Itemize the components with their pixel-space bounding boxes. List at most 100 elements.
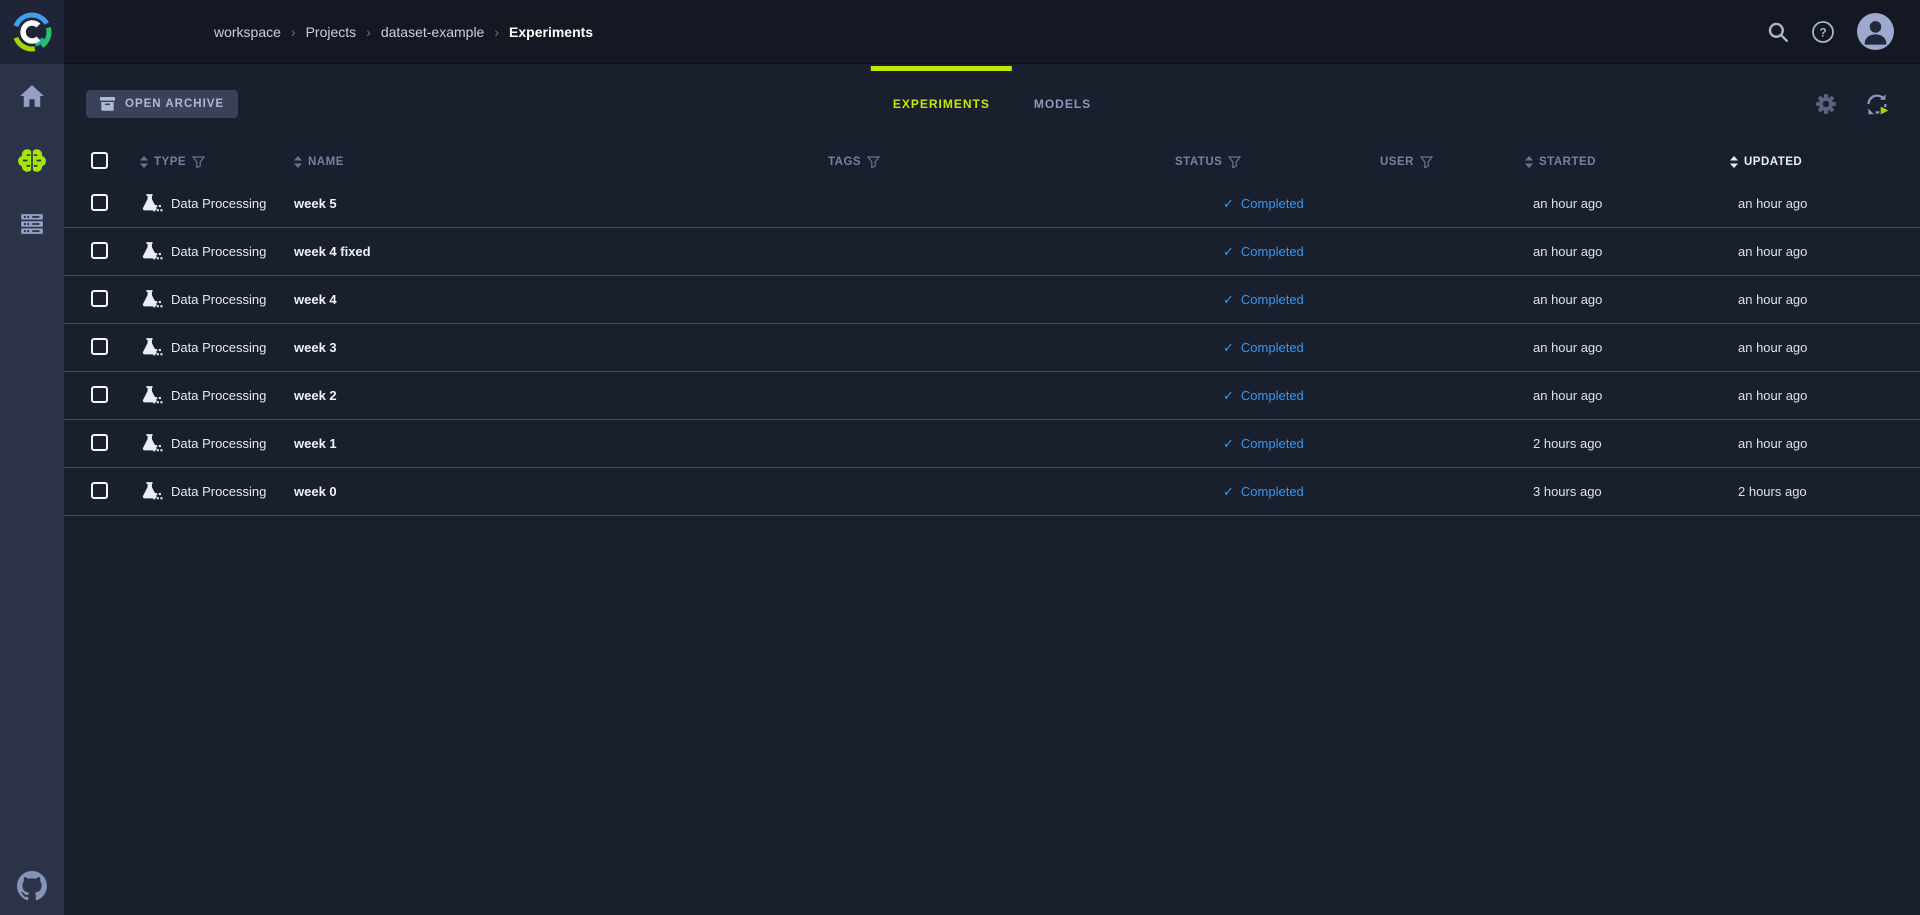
completed-check-icon: ✓ [1223,436,1234,452]
select-all-checkbox[interactable] [91,152,108,169]
experiment-row[interactable]: Data Processing week 2 ✓ Completed an ho… [64,372,1920,420]
help-icon: ? [1811,20,1835,44]
github-icon [17,871,47,901]
sidebar-item-projects[interactable] [0,128,64,192]
experiment-row[interactable]: Data Processing week 5 ✓ Completed an ho… [64,180,1920,228]
row-checkbox[interactable] [91,386,108,403]
tab-experiments-label: EXPERIMENTS [893,97,990,111]
data-processing-icon [140,386,163,406]
tab-models[interactable]: MODELS [1012,64,1113,144]
experiment-updated: an hour ago [1730,292,1920,307]
experiment-updated: an hour ago [1730,436,1920,451]
search-button[interactable] [1767,21,1789,43]
completed-check-icon: ✓ [1223,196,1234,212]
help-button[interactable]: ? [1811,20,1835,44]
experiment-started: 3 hours ago [1525,484,1730,499]
data-processing-icon [140,338,163,358]
open-archive-label: OPEN ARCHIVE [125,98,224,110]
breadcrumb-separator: › [291,24,296,40]
filter-icon[interactable] [1420,156,1433,168]
avatar-icon [1857,13,1894,50]
row-checkbox[interactable] [91,194,108,211]
column-header-started[interactable]: STARTED [1525,156,1730,168]
experiment-updated: 2 hours ago [1730,484,1920,499]
experiment-type: Data Processing [171,196,266,211]
experiment-started: an hour ago [1525,292,1730,307]
row-checkbox[interactable] [91,290,108,307]
archive-icon [100,97,115,111]
search-icon [1767,21,1789,43]
experiment-status: Completed [1241,244,1304,259]
experiment-row[interactable]: Data Processing week 0 ✓ Completed 3 hou… [64,468,1920,516]
experiment-name: week 0 [294,484,337,499]
gear-icon [1814,92,1838,116]
experiment-name: week 3 [294,340,337,355]
experiment-type: Data Processing [171,292,266,307]
tab-experiments[interactable]: EXPERIMENTS [871,64,1012,144]
experiment-status: Completed [1241,484,1304,499]
row-checkbox[interactable] [91,482,108,499]
column-header-user[interactable]: USER [1380,156,1525,168]
experiment-type: Data Processing [171,340,266,355]
breadcrumb-separator: › [494,24,499,40]
experiments-toolbar: OPEN ARCHIVE EXPERIMENTS MODELS [64,64,1920,144]
clearml-logo-icon [10,10,54,54]
experiment-status: Completed [1241,196,1304,211]
experiment-row[interactable]: Data Processing week 3 ✓ Completed an ho… [64,324,1920,372]
filter-icon[interactable] [1228,156,1241,168]
tab-bar: EXPERIMENTS MODELS [871,64,1113,144]
auto-refresh-button[interactable] [1864,91,1892,117]
table-settings-button[interactable] [1814,92,1838,116]
column-header-status[interactable]: STATUS [1175,156,1380,168]
experiment-started: an hour ago [1525,244,1730,259]
tab-models-label: MODELS [1034,97,1091,111]
data-processing-icon [140,290,163,310]
data-processing-icon [140,194,163,214]
experiment-type: Data Processing [171,244,266,259]
column-header-updated[interactable]: UPDATED [1730,156,1920,168]
experiment-updated: an hour ago [1730,244,1920,259]
experiment-row[interactable]: Data Processing week 4 ✓ Completed an ho… [64,276,1920,324]
row-checkbox[interactable] [91,338,108,355]
experiment-status: Completed [1241,388,1304,403]
sidebar-item-home[interactable] [0,64,64,128]
completed-check-icon: ✓ [1223,388,1234,404]
breadcrumb-project-name[interactable]: dataset-example [381,24,485,40]
completed-check-icon: ✓ [1223,292,1234,308]
experiment-row[interactable]: Data Processing week 1 ✓ Completed 2 hou… [64,420,1920,468]
github-link[interactable] [17,871,47,901]
sidebar [0,0,64,915]
sort-icon [1525,156,1533,168]
filter-icon[interactable] [192,156,205,168]
column-header-type[interactable]: TYPE [140,156,294,168]
app-logo[interactable] [0,0,64,64]
experiments-table-body: Data Processing week 5 ✓ Completed an ho… [64,180,1920,516]
data-processing-icon [140,434,163,454]
open-archive-button[interactable]: OPEN ARCHIVE [86,90,238,118]
profile-menu-button[interactable] [1857,13,1894,50]
svg-text:?: ? [1819,25,1826,39]
column-header-tags[interactable]: TAGS [828,156,1175,168]
refresh-play-icon [1864,91,1892,117]
sidebar-item-workers-queues[interactable] [0,192,64,256]
experiment-name: week 4 fixed [294,244,371,259]
experiment-started: an hour ago [1525,388,1730,403]
data-processing-icon [140,242,163,262]
filter-icon[interactable] [867,156,880,168]
sort-icon [140,156,148,168]
sort-icon-active [1730,156,1738,168]
column-header-name[interactable]: NAME [294,156,828,168]
row-checkbox[interactable] [91,242,108,259]
top-bar: workspace › Projects › dataset-example ›… [64,0,1920,64]
experiment-status: Completed [1241,340,1304,355]
experiments-table-header: TYPE NAME TAGS STATUS USER [64,144,1920,180]
breadcrumb-workspace[interactable]: workspace [214,24,281,40]
experiment-name: week 1 [294,436,337,451]
experiment-started: 2 hours ago [1525,436,1730,451]
breadcrumb-current-page: Experiments [509,24,593,40]
experiment-row[interactable]: Data Processing week 4 fixed ✓ Completed… [64,228,1920,276]
breadcrumb-projects[interactable]: Projects [306,24,357,40]
experiment-type: Data Processing [171,436,266,451]
row-checkbox[interactable] [91,434,108,451]
brain-icon [17,147,47,173]
